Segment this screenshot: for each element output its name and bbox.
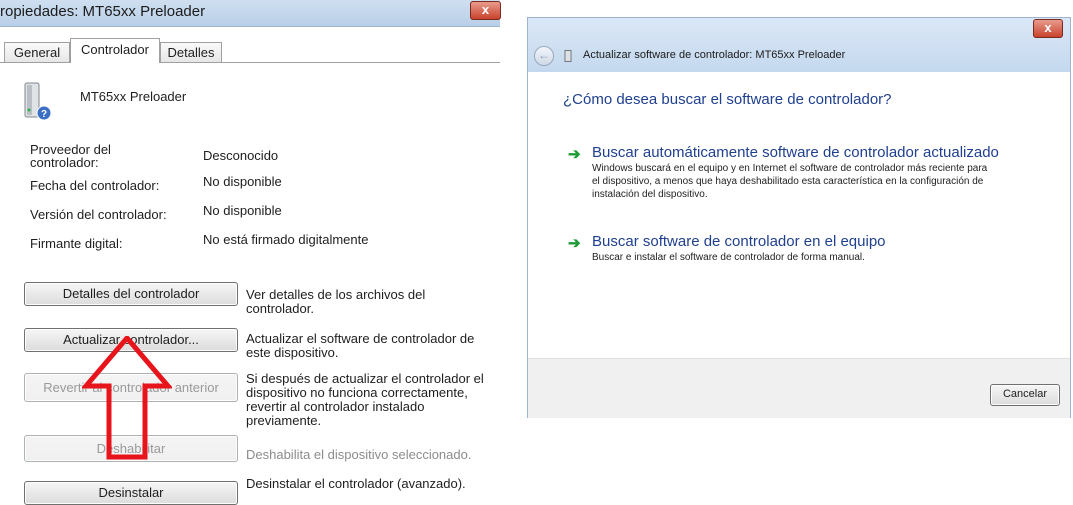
wizard-footer: Cancelar — [528, 358, 1070, 418]
red-up-arrow-icon — [82, 336, 172, 460]
close-icon: x — [1044, 20, 1052, 35]
version-label: Versión del controlador: — [30, 207, 167, 222]
provider-value: Desconocido — [203, 148, 279, 163]
option-search-automatically[interactable]: Buscar automáticamente software de contr… — [592, 144, 999, 161]
disable-device-description: Deshabilita el dispositivo seleccionado. — [246, 447, 472, 462]
dialog-titlebar: ropiedades: MT65xx Preloader x — [0, 0, 501, 27]
date-value: No disponible — [203, 174, 282, 189]
back-arrow-icon: ← — [538, 48, 550, 62]
green-arrow-icon: ➔ — [568, 235, 581, 252]
uninstall-button[interactable]: Desinstalar — [24, 481, 238, 505]
version-value: No disponible — [203, 203, 282, 218]
option-browse-computer-description: Buscar e instalar el software de control… — [592, 252, 865, 263]
wizard-question: ¿Cómo desea buscar el software de contro… — [563, 91, 892, 108]
dialog-title: ropiedades: MT65xx Preloader — [0, 3, 206, 20]
update-driver-description: Actualizar el software de controlador de… — [246, 331, 475, 360]
green-arrow-icon: ➔ — [568, 146, 581, 163]
tab-general[interactable]: General — [4, 42, 70, 62]
date-label: Fecha del controlador: — [30, 178, 160, 193]
wizard-close-button[interactable]: x — [1033, 19, 1063, 38]
uninstall-description: Desinstalar el controlador (avanzado). — [246, 476, 466, 491]
wizard-title: Actualizar software de controlador: MT65… — [583, 49, 846, 61]
tab-controlador[interactable]: Controlador — [70, 38, 160, 63]
device-icon — [564, 50, 572, 62]
signer-value: No está firmado digitalmente — [203, 232, 369, 247]
close-icon: x — [481, 2, 490, 17]
option-browse-computer[interactable]: Buscar software de controlador en el equ… — [592, 233, 886, 250]
update-driver-wizard: x ← Actualizar software de controlador: … — [527, 17, 1071, 418]
device-properties-dialog: ropiedades: MT65xx Preloader x General C… — [0, 0, 501, 505]
close-button[interactable]: x — [470, 1, 501, 20]
driver-details-button[interactable]: Detalles del controlador — [24, 282, 238, 306]
signer-label: Firmante digital: — [30, 236, 123, 251]
svg-text:?: ? — [41, 109, 47, 120]
tab-strip: General Controlador Detalles — [0, 38, 500, 63]
driver-details-description: Ver detalles de los archivos del control… — [246, 287, 426, 316]
rollback-driver-description: Si después de actualizar el controlador … — [246, 371, 484, 428]
tab-detalles[interactable]: Detalles — [160, 42, 222, 62]
device-name: MT65xx Preloader — [80, 89, 187, 104]
back-button[interactable]: ← — [534, 46, 554, 66]
option-search-automatically-description: Windows buscará en el equipo y en Intern… — [592, 163, 988, 200]
device-icon: ? — [24, 82, 52, 121]
provider-label: Proveedor del controlador: — [30, 142, 111, 170]
wizard-titlebar: x ← Actualizar software de controlador: … — [528, 18, 1070, 72]
cancel-button[interactable]: Cancelar — [990, 384, 1060, 406]
